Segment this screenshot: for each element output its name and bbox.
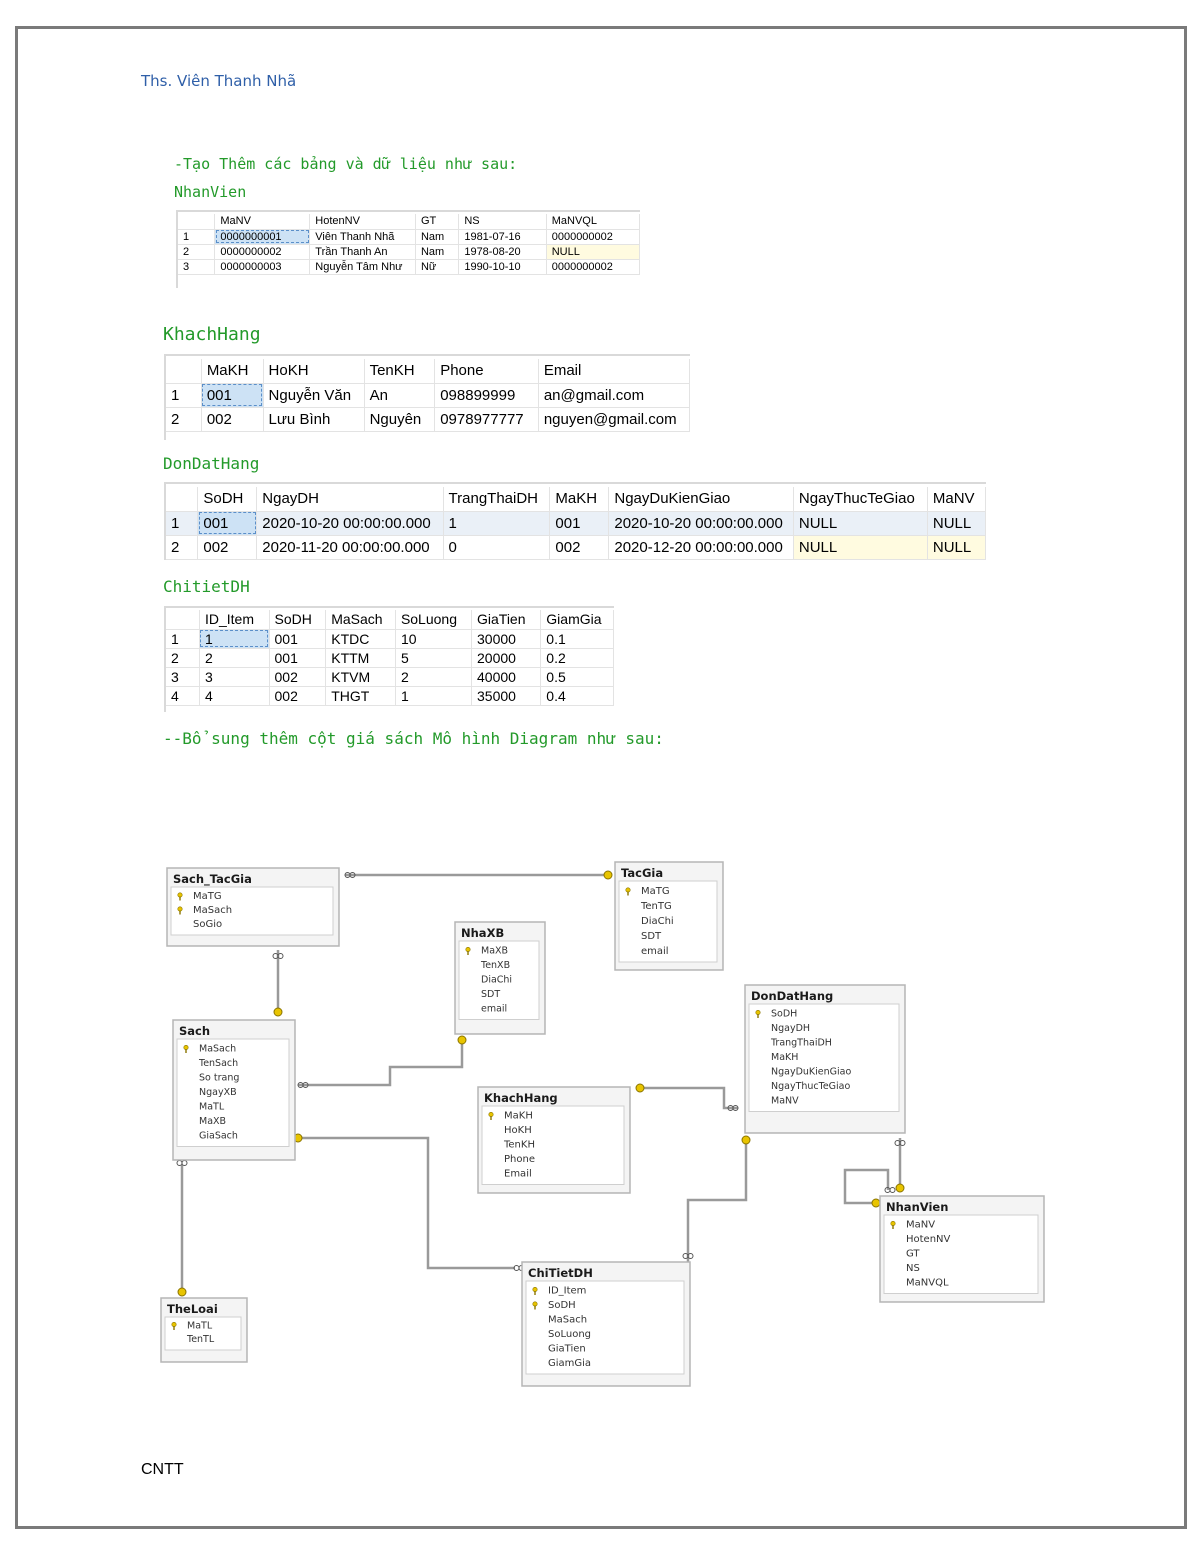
key-end-icon bbox=[895, 1183, 905, 1193]
many-end-icon bbox=[176, 1160, 188, 1166]
entity-field: MaKH bbox=[771, 1052, 798, 1063]
key-shaft bbox=[757, 1014, 759, 1018]
entity-field: GT bbox=[906, 1249, 920, 1260]
entity-khachhang: KhachHang MaKH HoKH TenKH Phone Email bbox=[477, 1086, 631, 1194]
entity-field: MaXB bbox=[481, 946, 508, 957]
entity-dondathang: DonDatHang SoDH NgayDH TrangThaiDH MaKH NgayD… bbox=[744, 984, 906, 1134]
entity-tacgia: TacGia MaTG TenTG DiaChi SDT email bbox=[614, 861, 724, 971]
key-shaft bbox=[179, 910, 181, 915]
entity-chitietdh: ChiTietDH ID_Item SoDH MaSach SoLuong GiaTien… bbox=[521, 1261, 691, 1387]
entity-field: GiamGia bbox=[548, 1358, 591, 1369]
entity-field: SoGio bbox=[193, 919, 222, 930]
entity-field: NgayDH bbox=[771, 1023, 810, 1034]
footer-text: CNTT bbox=[141, 1461, 184, 1478]
entity-field: TenTG bbox=[640, 901, 672, 912]
entity-field: TenSach bbox=[198, 1058, 238, 1069]
key-shaft bbox=[534, 1291, 536, 1295]
entity-field: GiaSach bbox=[199, 1131, 238, 1142]
entity-field: MaTL bbox=[187, 1321, 213, 1332]
entity-field: SoLuong bbox=[548, 1329, 591, 1340]
entity-field: TenKH bbox=[503, 1140, 535, 1151]
key-end-icon bbox=[871, 1198, 881, 1208]
key-end-icon bbox=[177, 1287, 187, 1297]
entity-nhaxb: NhaXB MaXB TenXB DiaChi SDT email bbox=[454, 921, 546, 1035]
entity-field: NgayDuKienGiao bbox=[771, 1067, 851, 1078]
entity-field: email bbox=[481, 1004, 507, 1015]
entity-title: NhaXB bbox=[461, 926, 504, 940]
entity-field: NgayThucTeGiao bbox=[771, 1081, 851, 1092]
entity-title: TheLoai bbox=[167, 1302, 218, 1316]
key-shaft bbox=[534, 1305, 536, 1310]
entity-field: SDT bbox=[481, 989, 500, 1000]
entity-field: GiaTien bbox=[548, 1344, 586, 1355]
relationship-line bbox=[640, 1086, 738, 1110]
entity-field: Phone bbox=[504, 1154, 535, 1165]
entity-title: NhanVien bbox=[886, 1200, 948, 1214]
entity-sach_tacgia: Sach_TacGia MaTG MaSach SoGio bbox=[166, 867, 340, 947]
relationship-line bbox=[686, 1140, 748, 1262]
entity-nhanvien: NhanVien MaNV HotenNV GT NS MaNVQL bbox=[879, 1195, 1045, 1303]
entity-field: MaSach bbox=[193, 905, 232, 916]
entity-field: MaTL bbox=[199, 1102, 225, 1113]
entity-field: MaKH bbox=[504, 1111, 533, 1122]
entity-field: SoDH bbox=[548, 1300, 576, 1311]
entity-field: ID_Item bbox=[548, 1286, 586, 1297]
key-end-icon bbox=[635, 1083, 645, 1093]
entity-field: MaSach bbox=[548, 1315, 587, 1326]
key-end-icon bbox=[273, 1007, 283, 1017]
entity-field: DiaChi bbox=[481, 975, 512, 986]
entity-title: ChiTietDH bbox=[528, 1266, 593, 1280]
key-shaft bbox=[185, 1049, 187, 1053]
entity-field: TenXB bbox=[480, 960, 510, 971]
entity-field: MaNV bbox=[771, 1096, 799, 1107]
entity-title: Sach bbox=[179, 1024, 210, 1038]
entity-field: MaXB bbox=[199, 1116, 226, 1127]
er-diagram: Sach_TacGia MaTG MaSach SoGio TacGia MaTG TenT… bbox=[160, 861, 1045, 1387]
many-end-loop-right bbox=[181, 1160, 188, 1166]
entity-field: MaNV bbox=[906, 1220, 935, 1231]
key-shaft bbox=[179, 896, 181, 901]
entity-title: TacGia bbox=[621, 866, 663, 880]
entity-field: HoKH bbox=[504, 1125, 532, 1136]
entity-field: DiaChi bbox=[641, 916, 674, 927]
many-end-icon bbox=[884, 1187, 896, 1193]
entity-field: TrangThaiDH bbox=[770, 1038, 832, 1049]
entity-sach: Sach MaSach TenSach So trang NgayXB MaTL MaXB G… bbox=[172, 1019, 296, 1161]
entity-field: MaNVQL bbox=[906, 1278, 949, 1289]
entity-field: NS bbox=[906, 1263, 920, 1274]
entity-field: So trang bbox=[199, 1073, 239, 1084]
entity-title: KhachHang bbox=[484, 1091, 558, 1105]
entity-theloai: TheLoai MaTL TenTL bbox=[160, 1297, 248, 1363]
many-end-loop-right bbox=[889, 1187, 896, 1193]
entity-title: DonDatHang bbox=[751, 989, 833, 1003]
entity-title: Sach_TacGia bbox=[173, 872, 252, 887]
key-end-icon bbox=[457, 1035, 467, 1045]
entity-field: SDT bbox=[641, 931, 662, 942]
key-shaft bbox=[490, 1116, 492, 1120]
entity-field: Email bbox=[504, 1169, 532, 1180]
entity-field: TenTL bbox=[186, 1334, 215, 1345]
entity-field: MaSach bbox=[199, 1044, 236, 1055]
relationship-line bbox=[298, 1040, 464, 1087]
entity-field: NgayXB bbox=[199, 1087, 237, 1098]
entity-field: MaTG bbox=[193, 891, 222, 902]
key-shaft bbox=[892, 1225, 894, 1229]
key-shaft bbox=[467, 951, 469, 955]
entity-field: HotenNV bbox=[906, 1234, 951, 1245]
entity-field: SoDH bbox=[771, 1009, 797, 1020]
key-end-icon bbox=[603, 870, 613, 880]
entity-field: MaTG bbox=[641, 886, 670, 897]
many-end-loop-left bbox=[176, 1160, 183, 1166]
key-end-icon bbox=[741, 1135, 751, 1145]
entity-field: email bbox=[641, 946, 669, 957]
key-shaft bbox=[173, 1326, 175, 1330]
key-shaft bbox=[627, 891, 629, 896]
